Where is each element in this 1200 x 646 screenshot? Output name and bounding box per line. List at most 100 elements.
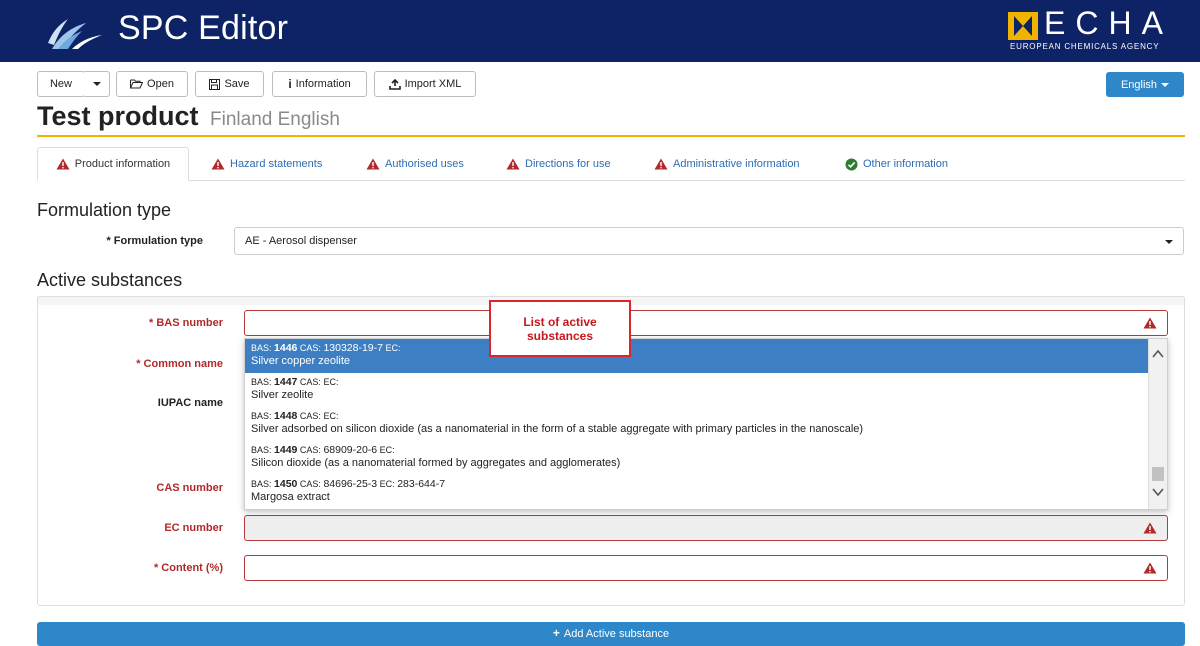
list-item[interactable]: BAS: 1450 CAS: 84696-25-3 EC: 283-644-7 …: [245, 475, 1149, 509]
new-dropdown-toggle[interactable]: [84, 71, 110, 97]
cas-number-label: CAS number: [156, 482, 223, 494]
bas-value: 1448: [274, 410, 298, 422]
check-circle-icon: [845, 158, 858, 170]
ec-number-input: [244, 515, 1168, 541]
language-selector[interactable]: English: [1106, 72, 1184, 97]
ec-prefix: EC:: [379, 479, 395, 489]
scrollbar-thumb[interactable]: [1152, 467, 1164, 481]
bas-value: 1449: [274, 444, 298, 456]
app-header: SPC Editor ECHA EUROPEAN CHEMICALS AGENC…: [0, 0, 1200, 62]
ec-prefix: EC:: [323, 411, 339, 421]
formulation-type-value: AE - Aerosol dispenser: [245, 235, 357, 247]
list-item[interactable]: BAS: 1446 CAS: 130328-19-7 EC: Silver co…: [245, 339, 1149, 373]
tab-label: Other information: [863, 158, 948, 170]
app-title: SPC Editor: [118, 9, 289, 47]
language-label: English: [1120, 78, 1158, 91]
cas-value: 130328-19-7: [323, 342, 383, 354]
formulation-type-label: * Formulation type: [106, 235, 203, 247]
chevron-down-icon[interactable]: [1152, 487, 1164, 497]
caret-down-icon: [1161, 82, 1170, 87]
tabs-baseline: [37, 180, 1185, 181]
tab-label: Directions for use: [525, 158, 611, 170]
dropdown-scrollbar[interactable]: [1148, 339, 1167, 509]
tab-hazard-statements[interactable]: Hazard statements: [211, 147, 322, 181]
annotation-callout: List of active substances: [489, 300, 631, 357]
add-active-substance-button[interactable]: + Add Active substance: [37, 622, 1185, 646]
substance-name: Silver copper zeolite: [251, 355, 351, 367]
tab-authorised-uses[interactable]: Authorised uses: [366, 147, 464, 181]
plus-icon: +: [552, 626, 560, 640]
warning-icon: [366, 158, 380, 170]
bas-number-input[interactable]: [244, 310, 1168, 336]
caret-down-icon: [1165, 240, 1173, 244]
content-percent-label: * Content (%): [153, 562, 223, 574]
warning-icon: [1143, 562, 1157, 574]
bas-prefix: BAS:: [251, 411, 272, 421]
substance-name: Silicon dioxide (as a nanomaterial forme…: [251, 457, 621, 469]
save-button[interactable]: Save: [195, 71, 264, 97]
warning-icon: [654, 158, 668, 170]
formulation-type-select[interactable]: AE - Aerosol dispenser: [234, 227, 1184, 255]
content-percent-input[interactable]: [244, 555, 1168, 581]
formulation-heading: Formulation type: [37, 200, 172, 220]
ec-number-label: EC number: [164, 522, 223, 534]
information-button-label: Information: [295, 78, 351, 90]
bas-number-label: * BAS number: [149, 317, 223, 329]
product-name: Test product: [37, 101, 199, 131]
title-divider: [37, 135, 1185, 137]
echa-word: ECHA: [1044, 5, 1173, 41]
list-item[interactable]: BAS: 1449 CAS: 68909-20-6 EC: Silicon di…: [245, 441, 1149, 475]
bas-value: 1447: [274, 376, 298, 388]
list-item[interactable]: BAS: 1447 CAS: EC: Silver zeolite: [245, 373, 1149, 407]
tab-other-information[interactable]: Other information: [845, 147, 948, 181]
cas-prefix: CAS:: [299, 411, 321, 421]
bas-value: 1450: [274, 478, 298, 490]
echa-subtitle: EUROPEAN CHEMICALS AGENCY: [1010, 42, 1160, 51]
warning-icon: [56, 158, 70, 170]
bas-prefix: BAS:: [251, 343, 272, 353]
tab-label: Product information: [74, 158, 171, 170]
folder-open-icon: [130, 79, 144, 89]
tab-administrative-information[interactable]: Administrative information: [654, 147, 800, 181]
upload-icon: [388, 78, 401, 90]
open-button-label: Open: [147, 78, 174, 90]
cas-prefix: CAS:: [299, 343, 321, 353]
warning-icon: [1143, 522, 1157, 534]
tab-label: Hazard statements: [230, 158, 323, 170]
warning-icon: [211, 158, 225, 170]
echa-logo: ECHA EUROPEAN CHEMICALS AGENCY: [1008, 5, 1186, 56]
chevron-up-icon[interactable]: [1152, 349, 1164, 359]
bas-prefix: BAS:: [251, 445, 272, 455]
import-xml-button-label: Import XML: [404, 78, 462, 90]
import-xml-button[interactable]: Import XML: [374, 71, 476, 97]
new-button-label: New: [49, 78, 72, 90]
ec-value: 283-644-7: [397, 478, 446, 490]
floppy-disk-icon: [209, 78, 221, 90]
cas-prefix: CAS:: [299, 479, 321, 489]
cas-prefix: CAS:: [299, 377, 321, 387]
caret-down-icon: [92, 82, 101, 86]
tab-product-information[interactable]: Product information: [37, 147, 189, 181]
add-active-substance-label: Add Active substance: [563, 628, 670, 640]
cas-value: 84696-25-3: [323, 478, 378, 490]
warning-icon: [1143, 317, 1157, 329]
substance-name: Margosa extract: [251, 491, 330, 503]
new-button[interactable]: New: [37, 71, 85, 97]
tab-directions-for-use[interactable]: Directions for use: [506, 147, 611, 181]
echa-mark-icon: [1008, 12, 1038, 40]
iupac-name-label: IUPAC name: [157, 397, 223, 409]
substance-name: Silver adsorbed on silicon dioxide (as a…: [251, 423, 864, 435]
active-substance-dropdown[interactable]: BAS: 1446 CAS: 130328-19-7 EC: Silver co…: [244, 338, 1168, 510]
common-name-label: * Common name: [136, 358, 223, 370]
ec-prefix: EC:: [323, 377, 339, 387]
open-button[interactable]: Open: [116, 71, 188, 97]
save-button-label: Save: [224, 78, 250, 90]
tab-label: Authorised uses: [385, 158, 464, 170]
information-button[interactable]: i Information: [272, 71, 367, 97]
list-item[interactable]: BAS: 1448 CAS: EC: Silver adsorbed on si…: [245, 407, 1149, 441]
cas-value: 68909-20-6: [323, 444, 378, 456]
tab-label: Administrative information: [673, 158, 800, 170]
info-icon: i: [288, 77, 292, 91]
active-substances-heading: Active substances: [37, 270, 183, 290]
page-title: Test product Finland English: [37, 101, 340, 132]
